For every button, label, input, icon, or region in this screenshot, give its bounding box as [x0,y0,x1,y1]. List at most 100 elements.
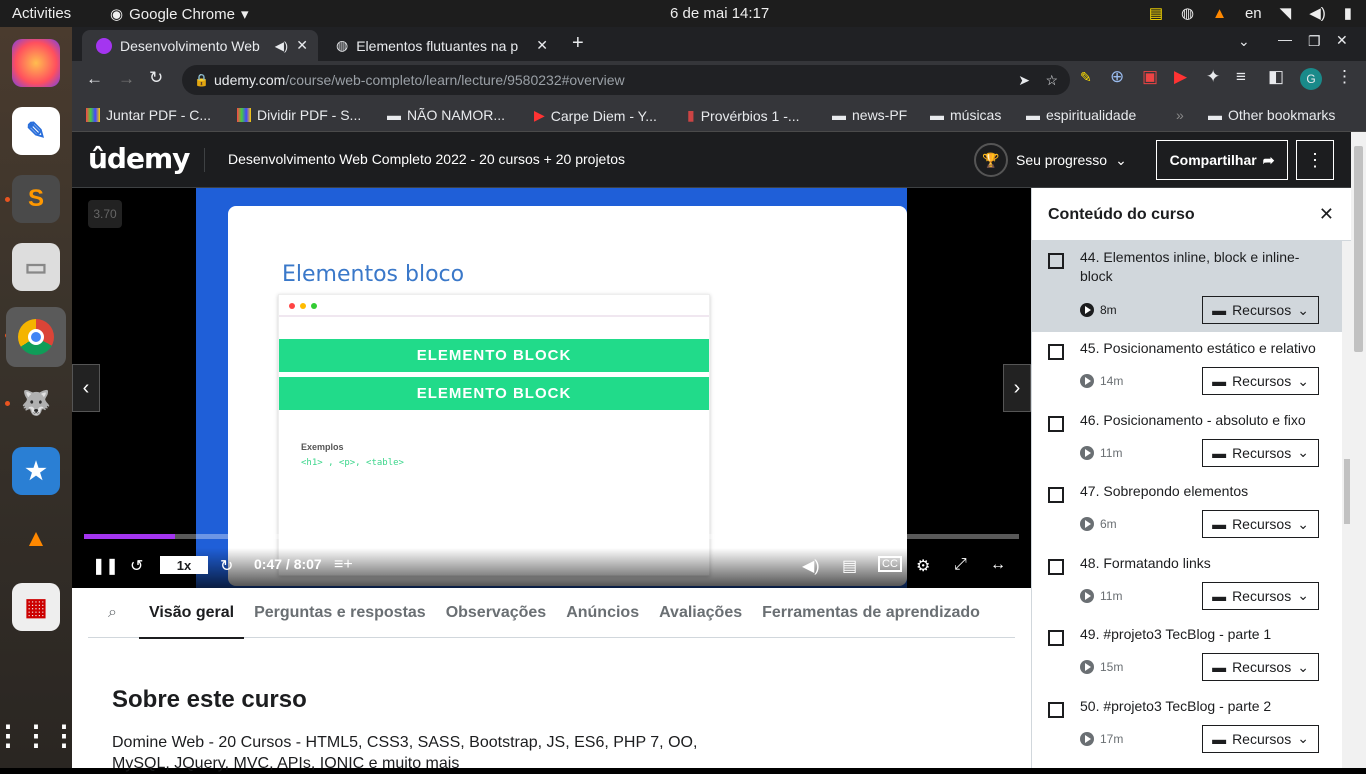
bookmarks-overflow-icon[interactable]: » [1176,107,1184,123]
gimp-icon[interactable]: 🐺 [12,379,60,427]
video-player[interactable]: Elementos bloco ELEMENTO BLOCK ELEMENTO … [72,188,1031,588]
volume-icon[interactable]: ◀) [1309,4,1326,22]
lecture-checkbox[interactable] [1048,344,1064,360]
playback-rate-button[interactable]: 1x [160,556,208,574]
send-to-device-icon[interactable]: ➤ [1018,72,1030,89]
tab-qa[interactable]: Perguntas e respostas [244,588,436,638]
pause-icon[interactable]: ❚❚ [92,556,119,576]
lecture-item[interactable]: 44. Elementos inline, block e inline-blo… [1032,241,1342,332]
speaker-icon[interactable]: ◀) [275,39,288,53]
notes-icon[interactable]: ▤ [1149,4,1163,22]
course-title[interactable]: Desenvolvimento Web Completo 2022 - 20 c… [228,151,625,167]
show-apps-icon[interactable]: ⋮⋮⋮ [0,711,78,759]
rewind-icon[interactable]: ↺ [130,556,143,576]
files-icon[interactable]: ▭ [12,243,60,291]
lecture-item[interactable]: 45. Posicionamento estático e relativo 1… [1032,332,1342,404]
tab-overview[interactable]: Visão geral [138,588,245,639]
progress-button[interactable]: 🏆 Seu progresso ⌄ [974,143,1127,177]
document-viewer-icon[interactable]: ▦ [12,583,60,631]
lecture-checkbox[interactable] [1048,415,1064,432]
share-button[interactable]: Compartilhar ➦ [1156,140,1288,180]
settings-icon[interactable]: ⚙ [916,556,930,576]
udemy-logo[interactable]: ûdemy [88,142,190,175]
lecture-checkbox[interactable] [1048,253,1064,269]
resources-button[interactable]: ▬ Recursos ⌄ [1202,724,1319,753]
sublime-text-icon[interactable]: S [12,175,60,223]
scrollbar-thumb[interactable] [1344,459,1350,524]
address-bar[interactable]: 🔒 udemy.com/course/web-completo/learn/le… [182,65,1070,95]
seek-bar[interactable] [84,534,1019,539]
lecture-checkbox[interactable] [1048,558,1064,575]
previous-lecture-icon[interactable]: ‹ [72,364,100,412]
vlc-tray-icon[interactable]: ▲ [1212,5,1227,22]
language-indicator[interactable]: en [1245,5,1262,22]
minimize-icon[interactable]: — [1278,31,1292,47]
chrome-menu-icon[interactable]: ⋮ [1336,67,1353,87]
lock-icon[interactable]: 🔒 [194,73,209,87]
firefox-icon[interactable] [12,39,60,87]
app-menu[interactable]: ◉ Google Chrome ▾ [110,5,249,24]
extension-plus-icon[interactable]: ⊕ [1110,67,1124,87]
bookmark-star-icon[interactable]: ☆ [1045,72,1058,89]
back-icon[interactable]: ← [86,69,103,89]
lecture-item[interactable]: 47. Sobrepondo elementos 6m ▬ Recursos ⌄ [1032,475,1342,547]
close-icon[interactable]: ✕ [1319,204,1334,225]
bookmark-folder[interactable]: ▬ espiritualidade [1026,107,1136,123]
other-bookmarks[interactable]: ▬ Other bookmarks [1208,107,1335,123]
youtube-extension-icon[interactable]: ▶ [1174,67,1187,87]
tab-learning-tools[interactable]: Ferramentas de aprendizado [752,588,990,638]
bookmark-folder[interactable]: ▬ músicas [930,107,1001,123]
lecture-checkbox[interactable] [1048,701,1064,718]
clock[interactable]: 6 de mai 14:17 [670,5,769,22]
tab-udemy[interactable]: Desenvolvimento Web ◀) ✕ [82,30,318,61]
bookmark-item[interactable]: Dividir PDF - S... [237,107,361,123]
new-tab-icon[interactable]: + [572,32,584,55]
side-panel-icon[interactable]: ◧ [1268,67,1284,87]
lecture-item[interactable]: 46. Posicionamento - absoluto e fixo 11m… [1032,404,1342,476]
forward-icon[interactable]: ↻ [220,556,233,576]
tab-elementos[interactable]: ◍ Elementos flutuantes na p ✕ [322,30,558,61]
maximize-icon[interactable]: ❐ [1308,33,1321,50]
text-editor-icon[interactable]: ✎ [12,107,60,155]
chrome-dock-icon[interactable] [6,307,66,367]
expand-icon[interactable]: ↔ [990,556,1006,574]
resources-button[interactable]: ▬ Recursos ⌄ [1202,581,1319,610]
resources-button[interactable]: ▬ Recursos ⌄ [1202,296,1319,324]
search-icon[interactable]: ⌕ [88,588,139,638]
tab-announcements[interactable]: Anúncios [556,588,649,638]
resources-button[interactable]: ▬ Recursos ⌄ [1202,510,1319,539]
activities-button[interactable]: Activities [12,5,71,22]
wifi-icon[interactable]: ◥ [1280,4,1292,22]
bookmark-folder[interactable]: ▬ NÃO NAMOR... [387,107,505,123]
battery-icon[interactable]: ▮ [1344,4,1352,22]
scrollbar-thumb[interactable] [1354,146,1363,352]
lecture-item[interactable]: 50. #projeto3 TecBlog - parte 2 17m ▬ Rec… [1032,690,1342,762]
bookmark-item[interactable]: ▮ Provérbios 1 -... [687,107,800,124]
resources-button[interactable]: ▬ Recursos ⌄ [1202,367,1319,395]
transcript-icon[interactable]: ▤ [842,556,857,576]
system-tray[interactable]: ▤ ◍ ▲ en ◥ ◀) ▮ [1149,4,1352,23]
tab-search-icon[interactable]: ⌄ [1238,33,1250,50]
extension-badge-icon[interactable]: ▣ [1142,67,1158,87]
next-lecture-icon[interactable]: › [1003,364,1031,412]
tab-notes[interactable]: Observações [436,588,557,638]
close-tab-icon[interactable]: ✕ [296,37,308,54]
reload-icon[interactable]: ↻ [149,68,163,88]
lecture-item[interactable]: 48. Formatando links 11m ▬ Recursos ⌄ [1032,547,1342,619]
tab-reviews[interactable]: Avaliações [649,588,752,638]
network-applet-icon[interactable]: ◍ [1181,4,1194,22]
bookmark-item[interactable]: ▶ Carpe Diem - Y... [534,107,657,124]
captions-icon[interactable]: CC [878,556,902,572]
resources-button[interactable]: ▬ Recursos ⌄ [1202,653,1319,682]
close-tab-icon[interactable]: ✕ [536,37,548,54]
more-options-icon[interactable]: ⋮ [1296,140,1334,180]
page-scrollbar[interactable] [1351,132,1366,768]
bookmark-item[interactable]: Juntar PDF - C... [86,107,211,123]
media-control-icon[interactable]: ≡ [1236,67,1246,87]
volume-icon[interactable]: ◀) [802,556,820,576]
forward-icon[interactable]: → [118,69,135,89]
bookmark-folder[interactable]: ▬ news-PF [832,107,907,123]
highlighter-extension-icon[interactable]: ✎ [1080,69,1092,86]
lecture-checkbox[interactable] [1048,630,1064,647]
fullscreen-icon[interactable]: ⤢ [954,556,967,574]
